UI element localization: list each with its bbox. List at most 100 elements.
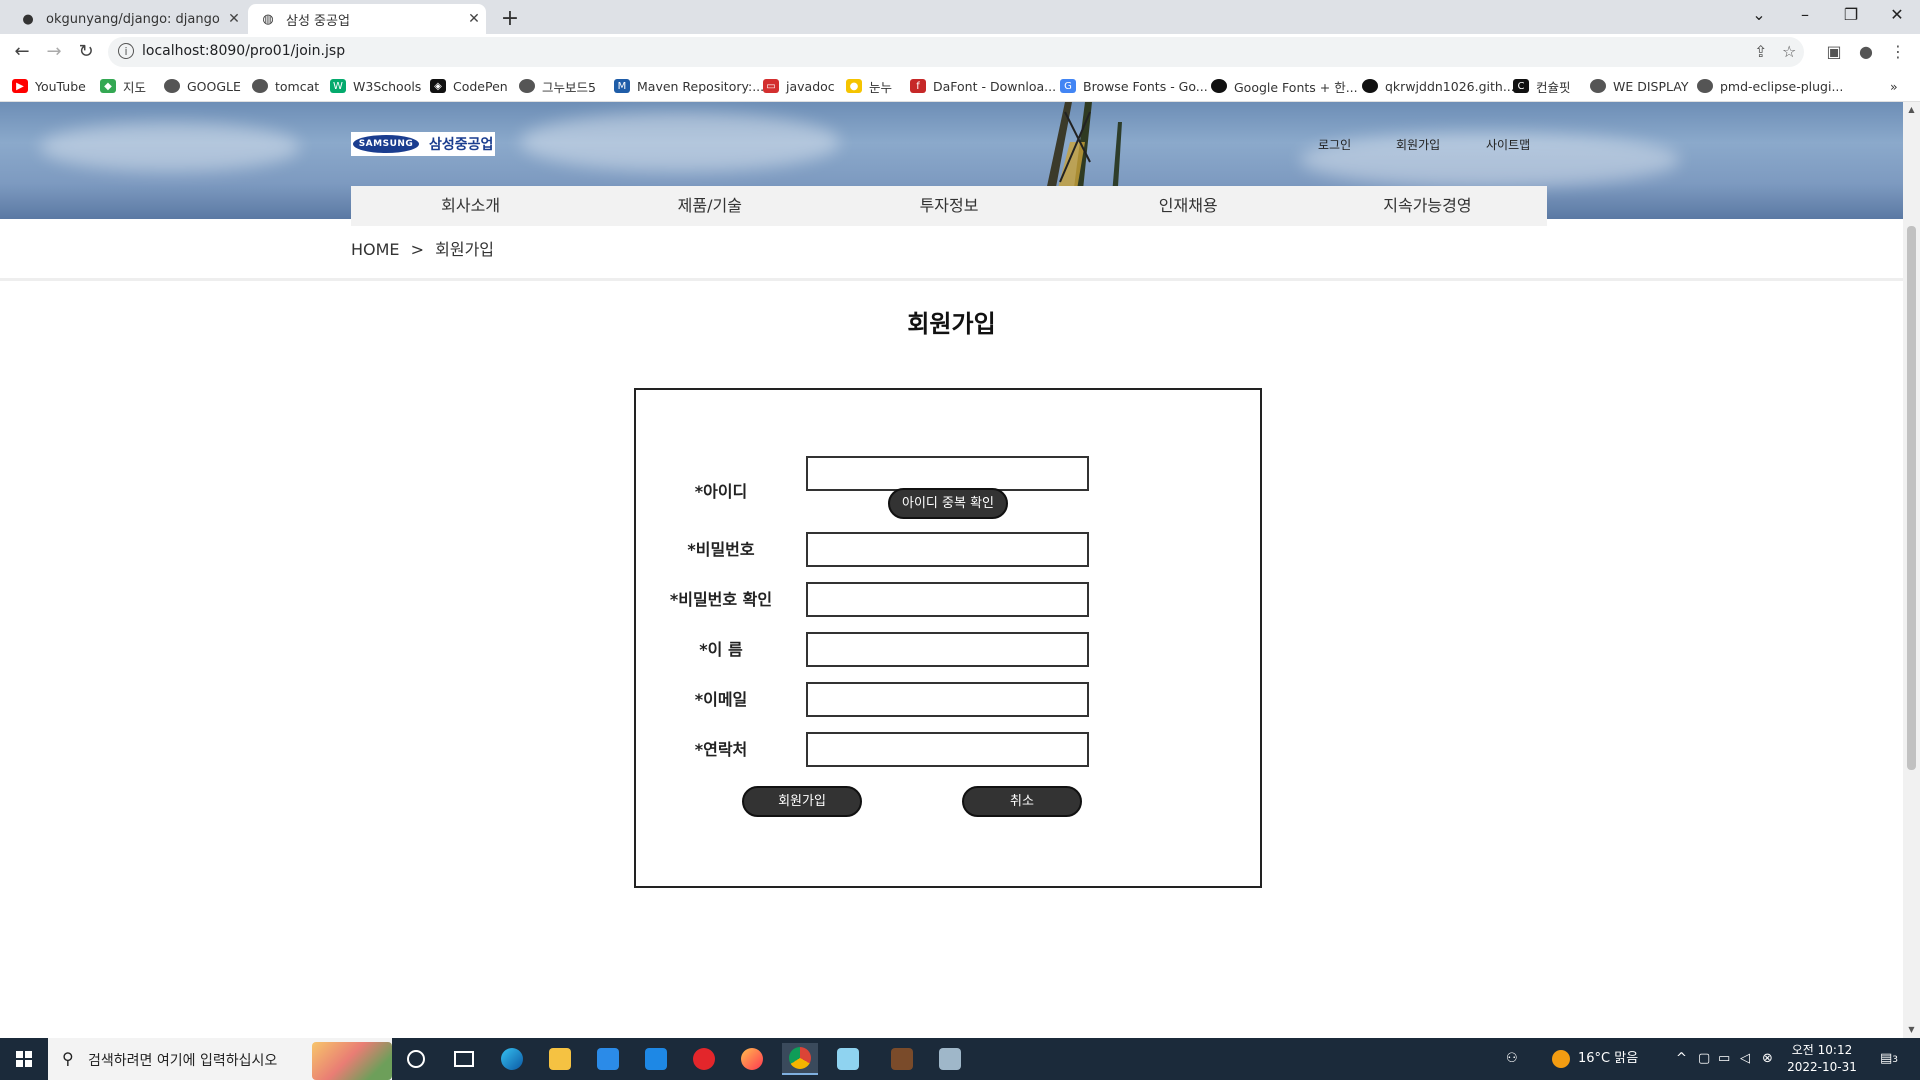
javadoc-icon: ▭ <box>763 79 779 93</box>
bookmark-javadoc[interactable]: ▭ javadoc <box>763 77 835 95</box>
samsung-logo[interactable]: SAMSUNG 삼성중공업 <box>351 132 495 156</box>
scroll-up-icon[interactable]: ▲ <box>1903 102 1920 118</box>
taskbar-search[interactable]: ⚲ 검색하려면 여기에 입력하십시오 <box>48 1038 392 1080</box>
name-input[interactable] <box>806 632 1089 667</box>
firefox-icon[interactable] <box>734 1043 770 1075</box>
weather-widget[interactable]: 16°C 맑음 <box>1552 1038 1638 1080</box>
password-label: *비밀번호 <box>687 540 755 559</box>
nav-sustainability[interactable]: 지속가능경영 <box>1308 186 1547 226</box>
bookmark-github-pages[interactable]: qkrwjddn1026.gith... <box>1362 77 1515 95</box>
close-tab-icon[interactable]: ✕ <box>222 11 246 27</box>
bookmark-star-icon[interactable]: ☆ <box>1782 42 1796 61</box>
system-clock[interactable]: 오전 10:12 2022-10-31 <box>1782 1042 1862 1076</box>
sitemap-link[interactable]: 사이트맵 <box>1486 136 1530 153</box>
join-link[interactable]: 회원가입 <box>1396 136 1440 153</box>
bookmark-google-fonts-kr[interactable]: Google Fonts + 한... <box>1211 77 1358 95</box>
mail-icon[interactable] <box>638 1043 674 1075</box>
share-icon[interactable]: ⇪ <box>1754 42 1767 61</box>
cloud-decoration <box>520 112 840 172</box>
tab-title: okgunyang/django: django boo <box>46 11 222 27</box>
file-explorer-icon[interactable] <box>542 1043 578 1075</box>
close-tab-icon[interactable]: ✕ <box>462 11 486 27</box>
scroll-down-icon[interactable]: ▼ <box>1903 1022 1920 1038</box>
address-bar[interactable]: i localhost:8090/pro01/join.jsp ⇪ ☆ <box>108 37 1804 67</box>
menu-icon[interactable]: ⋮ <box>1886 40 1910 64</box>
phone-input[interactable] <box>806 732 1089 767</box>
id-input[interactable] <box>806 456 1089 491</box>
more-bookmarks-icon[interactable]: » <box>1890 77 1898 95</box>
submit-button[interactable]: 회원가입 <box>742 786 862 817</box>
phone-label: *연락처 <box>694 740 748 759</box>
nav-careers[interactable]: 인재채용 <box>1069 186 1308 226</box>
font-icon <box>1211 79 1227 93</box>
bookmark-google[interactable]: GOOGLE <box>164 77 241 95</box>
notepad-icon[interactable] <box>830 1043 866 1075</box>
bookmark-pmd[interactable]: pmd-eclipse-plugi... <box>1697 77 1843 95</box>
bookmarks-bar: ▶ YouTube ◆ 지도 GOOGLE tomcat W W3Schools ◈ C… <box>0 70 1920 102</box>
browser-tab-strip: ● okgunyang/django: django boo ✕ ◍ 삼성 중공… <box>0 0 1920 34</box>
main-navigation: 회사소개 제품/기술 투자정보 인재채용 지속가능경영 <box>351 186 1547 226</box>
bookmark-we-display[interactable]: WE DISPLAY <box>1590 77 1688 95</box>
app-icon[interactable] <box>884 1043 920 1075</box>
people-icon[interactable]: ⚇ <box>1506 1038 1518 1080</box>
chrome-icon[interactable] <box>782 1043 818 1075</box>
bookmark-tomcat[interactable]: tomcat <box>252 77 319 95</box>
nav-investors[interactable]: 투자정보 <box>829 186 1068 226</box>
breadcrumb-home[interactable]: HOME <box>351 240 400 259</box>
volume-muted-icon[interactable]: ◁ <box>1740 1038 1750 1080</box>
nav-company[interactable]: 회사소개 <box>351 186 590 226</box>
close-window-button[interactable]: ✕ <box>1874 0 1920 34</box>
scrollbar-thumb[interactable] <box>1907 226 1916 770</box>
address-url: localhost:8090/pro01/join.jsp <box>142 43 346 59</box>
store-icon[interactable] <box>590 1043 626 1075</box>
bookmark-noonnu[interactable]: ● 눈누 <box>846 77 892 95</box>
bookmark-gnuboard[interactable]: 그누보드5 <box>519 77 596 95</box>
password-confirm-input[interactable] <box>806 582 1089 617</box>
meet-icon[interactable]: ▢ <box>1698 1038 1710 1080</box>
codepen-icon: ◈ <box>430 79 446 93</box>
bookmark-dafont[interactable]: f DaFont - Downloa... <box>910 77 1056 95</box>
site-info-icon[interactable]: i <box>118 43 134 59</box>
bookmark-maps[interactable]: ◆ 지도 <box>100 77 146 95</box>
login-link[interactable]: 로그인 <box>1318 136 1351 153</box>
cortana-icon[interactable] <box>398 1043 434 1075</box>
start-button[interactable] <box>0 1038 48 1080</box>
page-title: 회원가입 <box>907 310 996 338</box>
bookmark-w3schools[interactable]: W W3Schools <box>330 77 421 95</box>
opera-icon[interactable] <box>686 1043 722 1075</box>
globe-icon <box>252 79 268 93</box>
new-tab-button[interactable]: + <box>496 5 524 33</box>
side-panel-icon[interactable]: ▣ <box>1822 40 1846 64</box>
ime-icon[interactable]: ⊗ <box>1762 1038 1773 1080</box>
profile-icon[interactable]: ● <box>1854 40 1878 64</box>
logo-text: 삼성중공업 <box>429 137 494 153</box>
bookmark-youtube[interactable]: ▶ YouTube <box>12 77 86 95</box>
minimize-button[interactable]: – <box>1782 0 1828 34</box>
task-view-icon[interactable] <box>446 1043 482 1075</box>
bookmark-browse-fonts[interactable]: G Browse Fonts - Go... <box>1060 77 1208 95</box>
bookmark-maven[interactable]: M Maven Repository:... <box>614 77 764 95</box>
tab-github[interactable]: ● okgunyang/django: django boo ✕ <box>8 4 246 34</box>
tab-samsung[interactable]: ◍ 삼성 중공업 ✕ <box>248 4 486 34</box>
page-scrollbar[interactable]: ▲ ▼ <box>1903 102 1920 1038</box>
back-icon[interactable]: ← <box>8 38 36 66</box>
bookmark-codepen[interactable]: ◈ CodePen <box>430 77 508 95</box>
clock-date: 2022-10-31 <box>1787 1060 1857 1074</box>
chevron-up-icon[interactable]: ^ <box>1676 1038 1687 1080</box>
restore-button[interactable]: ❐ <box>1828 0 1874 34</box>
tab-search-icon[interactable]: ⌄ <box>1736 0 1782 34</box>
password-input[interactable] <box>806 532 1089 567</box>
email-input[interactable] <box>806 682 1089 717</box>
bookmark-consulfit[interactable]: C 컨슐핏 <box>1513 77 1571 95</box>
id-check-button[interactable]: 아이디 중복 확인 <box>888 488 1008 519</box>
cancel-button[interactable]: 취소 <box>962 786 1082 817</box>
network-icon[interactable]: ▭ <box>1718 1038 1730 1080</box>
forward-icon[interactable]: → <box>40 38 68 66</box>
notification-icon[interactable]: ▤3 <box>1880 1038 1898 1080</box>
globe-icon: ◍ <box>262 11 274 27</box>
edge-icon[interactable] <box>494 1043 530 1075</box>
search-icon: ⚲ <box>62 1049 74 1068</box>
nav-products[interactable]: 제품/기술 <box>590 186 829 226</box>
reload-icon[interactable]: ↻ <box>72 38 100 66</box>
paint-icon[interactable] <box>932 1043 968 1075</box>
